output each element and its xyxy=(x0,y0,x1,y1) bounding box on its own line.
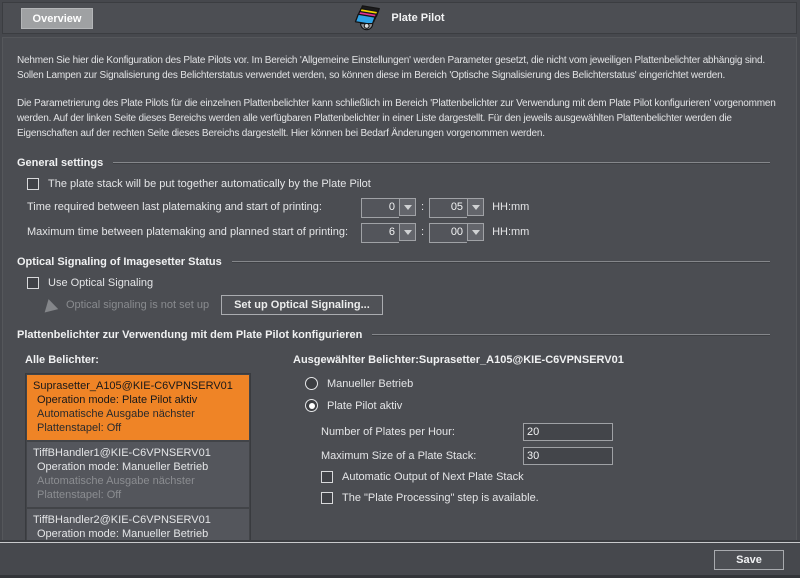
all-imagesetters-label: Alle Belichter: xyxy=(25,354,251,366)
combo-dropdown-button[interactable] xyxy=(399,198,416,216)
imagesetter-config-body: Alle Belichter: Suprasetter_A105@KIE-C6V… xyxy=(25,354,782,542)
chevron-down-icon xyxy=(472,205,480,210)
auto-output-row: Automatic Output of Next Plate Stack xyxy=(321,471,782,483)
max-time-hours-combo[interactable]: 6 xyxy=(361,223,416,241)
section-title: Optical Signaling of Imagesetter Status xyxy=(17,256,222,268)
pilot-active-radio-row[interactable]: Plate Pilot aktiv xyxy=(305,399,782,412)
plate-pilot-window: Overview Plate Pilot Nehmen Sie hi xyxy=(0,0,800,578)
optical-signaling-header: Optical Signaling of Imagesetter Status xyxy=(17,256,782,268)
time-required-hours-combo[interactable]: 0 xyxy=(361,198,416,216)
section-divider xyxy=(113,162,770,164)
item-name: TiffBHandler2@KIE-C6VPNSERV01 xyxy=(33,513,243,527)
auto-stack-label: The plate stack will be put together aut… xyxy=(48,178,371,190)
manual-mode-radio-row[interactable]: Manueller Betrieb xyxy=(305,377,782,390)
max-stack-size-label: Maximum Size of a Plate Stack: xyxy=(321,450,523,462)
pilot-active-label: Plate Pilot aktiv xyxy=(327,400,402,412)
item-operation-mode: Operation mode: Manueller Betrieb xyxy=(33,527,243,541)
plates-per-hour-label: Number of Plates per Hour: xyxy=(321,426,523,438)
time-colon: : xyxy=(421,226,424,238)
top-bar: Overview Plate Pilot xyxy=(2,2,797,34)
intro-line: Die Parametrierung des Plate Pilots für … xyxy=(17,96,782,111)
hhmm-unit-label: HH:mm xyxy=(492,226,529,238)
plates-per-hour-row: Number of Plates per Hour: xyxy=(321,423,782,441)
hhmm-unit-label: HH:mm xyxy=(492,201,529,213)
pilot-active-radio[interactable] xyxy=(305,399,318,412)
save-button[interactable]: Save xyxy=(714,550,784,570)
list-item-tiffbhandler2[interactable]: TiffBHandler2@KIE-C6VPNSERV01 Operation … xyxy=(27,509,249,542)
imagesetter-list-column: Alle Belichter: Suprasetter_A105@KIE-C6V… xyxy=(25,354,251,542)
auto-output-checkbox[interactable] xyxy=(321,471,333,483)
max-stack-size-field[interactable] xyxy=(523,447,613,465)
title-group: Plate Pilot xyxy=(3,3,796,33)
list-item-tiffbhandler1[interactable]: TiffBHandler1@KIE-C6VPNSERV01 Operation … xyxy=(27,442,249,507)
item-operation-mode: Operation mode: Manueller Betrieb xyxy=(33,460,243,474)
max-stack-size-row: Maximum Size of a Plate Stack: xyxy=(321,447,782,465)
list-item-suprasetter[interactable]: Suprasetter_A105@KIE-C6VPNSERV01 Operati… xyxy=(27,375,249,440)
item-auto-output: Automatische Ausgabe nächster Plattensta… xyxy=(33,474,243,502)
auto-stack-checkbox[interactable] xyxy=(27,178,39,190)
max-time-minutes-combo[interactable]: 00 xyxy=(429,223,484,241)
time-required-minutes-combo[interactable]: 05 xyxy=(429,198,484,216)
intro-line: Nehmen Sie hier die Konfiguration des Pl… xyxy=(17,53,782,68)
item-name: TiffBHandler1@KIE-C6VPNSERV01 xyxy=(33,446,243,460)
combo-dropdown-button[interactable] xyxy=(467,223,484,241)
plates-per-hour-field[interactable] xyxy=(523,423,613,441)
setup-optical-button[interactable]: Set up Optical Signaling... xyxy=(221,295,383,315)
page-title: Plate Pilot xyxy=(391,12,444,24)
warning-icon xyxy=(42,297,58,312)
auto-stack-row: The plate stack will be put together aut… xyxy=(27,178,782,190)
item-auto-output: Automatische Ausgabe nächster Plattensta… xyxy=(33,407,243,435)
optical-warning-text: Optical signaling is not set up xyxy=(66,299,209,311)
intro-paragraph-1: Nehmen Sie hier die Konfiguration des Pl… xyxy=(17,53,782,83)
section-divider xyxy=(232,261,770,263)
chevron-down-icon xyxy=(404,205,412,210)
section-title: Plattenbelichter zur Verwendung mit dem … xyxy=(17,329,362,341)
manual-mode-label: Manueller Betrieb xyxy=(327,378,413,390)
section-divider xyxy=(372,334,770,336)
section-title: General settings xyxy=(17,157,103,169)
item-operation-mode: Operation mode: Plate Pilot aktiv xyxy=(33,393,243,407)
combo-value: 00 xyxy=(429,223,467,243)
content-panel: Nehmen Sie hier die Konfiguration des Pl… xyxy=(2,37,797,542)
imagesetter-list: Suprasetter_A105@KIE-C6VPNSERV01 Operati… xyxy=(25,373,251,542)
combo-dropdown-button[interactable] xyxy=(399,223,416,241)
time-required-row: Time required between last platemaking a… xyxy=(27,198,782,216)
combo-dropdown-button[interactable] xyxy=(467,198,484,216)
max-time-label: Maximum time between platemaking and pla… xyxy=(27,226,361,238)
imagesetter-properties-column: Ausgewählter Belichter:Suprasetter_A105@… xyxy=(293,354,782,542)
chevron-down-icon xyxy=(404,230,412,235)
intro-line: Sollen Lampen zur Signalisierung des Bel… xyxy=(17,68,782,83)
footer-bar: Save xyxy=(0,542,800,578)
general-settings-header: General settings xyxy=(17,157,782,169)
item-name: Suprasetter_A105@KIE-C6VPNSERV01 xyxy=(33,379,243,393)
combo-value: 05 xyxy=(429,198,467,218)
combo-value: 6 xyxy=(361,223,399,243)
auto-output-label: Automatic Output of Next Plate Stack xyxy=(342,471,524,483)
time-colon: : xyxy=(421,201,424,213)
time-required-label: Time required between last platemaking a… xyxy=(27,201,361,213)
max-time-row: Maximum time between platemaking and pla… xyxy=(27,223,782,241)
use-optical-row: Use Optical Signaling xyxy=(27,277,782,289)
intro-line: werden. Auf der linken Seite dieses Bere… xyxy=(17,111,782,126)
plate-processing-row: The "Plate Processing" step is available… xyxy=(321,492,782,504)
selected-imagesetter-label: Ausgewählter Belichter:Suprasetter_A105@… xyxy=(293,354,782,366)
plate-processing-label: The "Plate Processing" step is available… xyxy=(342,492,539,504)
combo-value: 0 xyxy=(361,198,399,218)
overview-button[interactable]: Overview xyxy=(21,8,93,29)
plate-pilot-icon xyxy=(354,4,384,32)
use-optical-checkbox[interactable] xyxy=(27,277,39,289)
use-optical-label: Use Optical Signaling xyxy=(48,277,153,289)
optical-warning-row: Optical signaling is not set up Set up O… xyxy=(43,295,782,315)
chevron-down-icon xyxy=(472,230,480,235)
manual-mode-radio[interactable] xyxy=(305,377,318,390)
imagesetter-config-header: Plattenbelichter zur Verwendung mit dem … xyxy=(17,329,782,341)
intro-paragraph-2: Die Parametrierung des Plate Pilots für … xyxy=(17,96,782,141)
intro-line: Eigenschaften auf der rechten Seite dies… xyxy=(17,126,782,141)
plate-processing-checkbox[interactable] xyxy=(321,492,333,504)
